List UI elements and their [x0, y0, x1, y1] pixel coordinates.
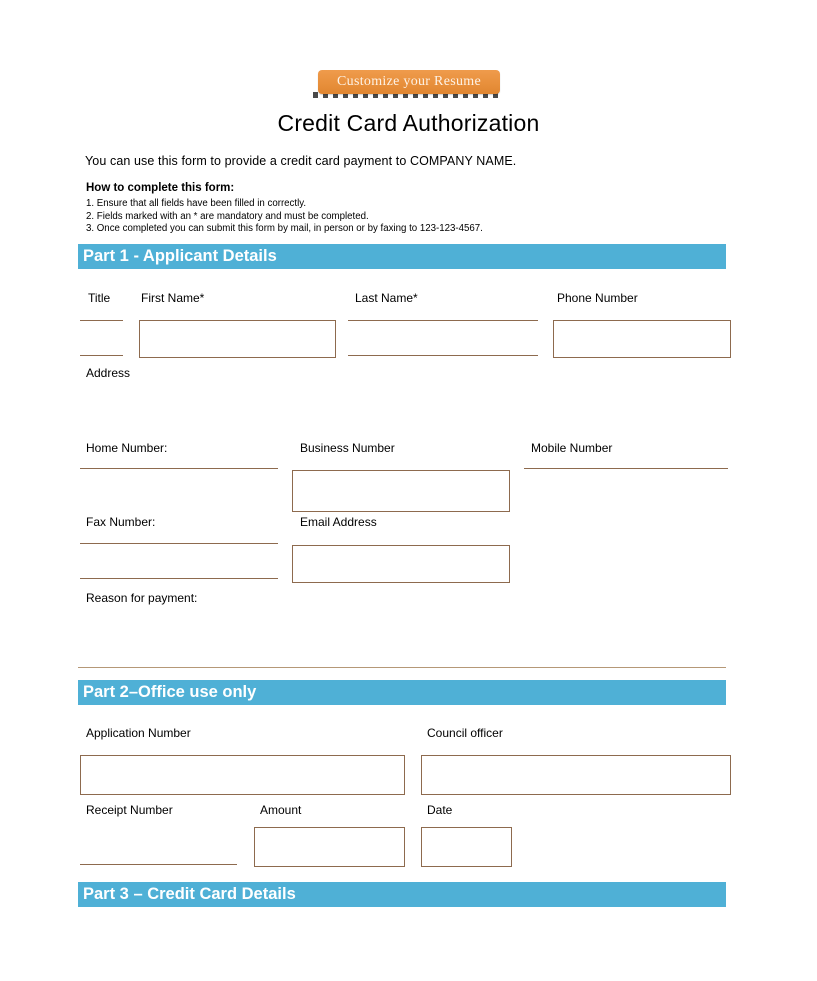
field-mobile-number-input[interactable] [524, 468, 728, 469]
label-home-number: Home Number: [86, 441, 168, 455]
label-first-name: First Name* [141, 291, 205, 305]
field-business-number-input[interactable] [292, 470, 510, 512]
label-mobile-number: Mobile Number [531, 441, 613, 455]
field-reason-for-payment-input[interactable] [80, 660, 728, 661]
field-email-address-input[interactable] [292, 545, 510, 583]
label-council-officer: Council officer [427, 726, 503, 740]
page-title: Credit Card Authorization [277, 110, 540, 136]
label-address: Address [86, 366, 131, 380]
section-divider [78, 667, 726, 668]
label-date: Date [427, 803, 453, 817]
field-title-input[interactable] [80, 355, 123, 356]
howto-step: 3. Once completed you can submit this fo… [86, 223, 483, 235]
customize-resume-button[interactable]: Customize your Resume [318, 70, 500, 94]
label-last-name: Last Name* [355, 291, 418, 305]
howto-step: 1. Ensure that all fields have been fill… [86, 198, 307, 209]
section-header-part2: Part 2–Office use only [78, 680, 726, 705]
field-address-input[interactable] [80, 428, 728, 429]
field-application-number-input[interactable] [80, 755, 405, 795]
field-last-name-top-rule [348, 320, 538, 321]
field-last-name-input[interactable] [348, 355, 538, 356]
field-amount-input[interactable] [254, 827, 405, 867]
section-header-part1-label: Part 1 - Applicant Details [83, 247, 277, 265]
howto-heading: How to complete this form: [86, 182, 235, 194]
field-fax-number-top-rule [80, 543, 278, 544]
howto-step: 2. Fields marked with an * are mandatory… [86, 210, 369, 222]
label-title: Title [88, 291, 111, 305]
field-council-officer-input[interactable] [421, 755, 731, 795]
field-first-name-input[interactable] [139, 320, 336, 358]
label-receipt-number: Receipt Number [86, 803, 173, 817]
label-reason-for-payment: Reason for payment: [86, 591, 198, 605]
label-business-number: Business Number [300, 441, 395, 455]
section-header-part1: Part 1 - Applicant Details [78, 244, 726, 269]
field-title-top-rule [80, 320, 123, 321]
label-application-number: Application Number [86, 726, 191, 740]
section-header-part3-label: Part 3 – Credit Card Details [83, 885, 296, 903]
intro-text: You can use this form to provide a credi… [85, 154, 517, 168]
field-home-number-input[interactable] [80, 468, 278, 469]
form-page: Customize your Resume Credit Card Author… [0, 0, 817, 981]
customize-resume-cta[interactable]: Customize your Resume [313, 70, 503, 98]
section-header-part3: Part 3 – Credit Card Details [78, 882, 726, 907]
field-receipt-number-input[interactable] [80, 864, 237, 865]
howto-steps: 1. Ensure that all fields have been fill… [86, 198, 483, 236]
section-header-part2-label: Part 2–Office use only [83, 683, 257, 701]
field-fax-number-input[interactable] [80, 578, 278, 579]
field-phone-number-input[interactable] [553, 320, 731, 358]
customize-resume-label: Customize your Resume [337, 74, 481, 89]
label-amount: Amount [260, 803, 302, 817]
label-fax-number: Fax Number: [86, 515, 156, 529]
field-date-input[interactable] [421, 827, 512, 867]
label-email-address: Email Address [300, 515, 377, 529]
label-phone-number: Phone Number [557, 291, 638, 305]
